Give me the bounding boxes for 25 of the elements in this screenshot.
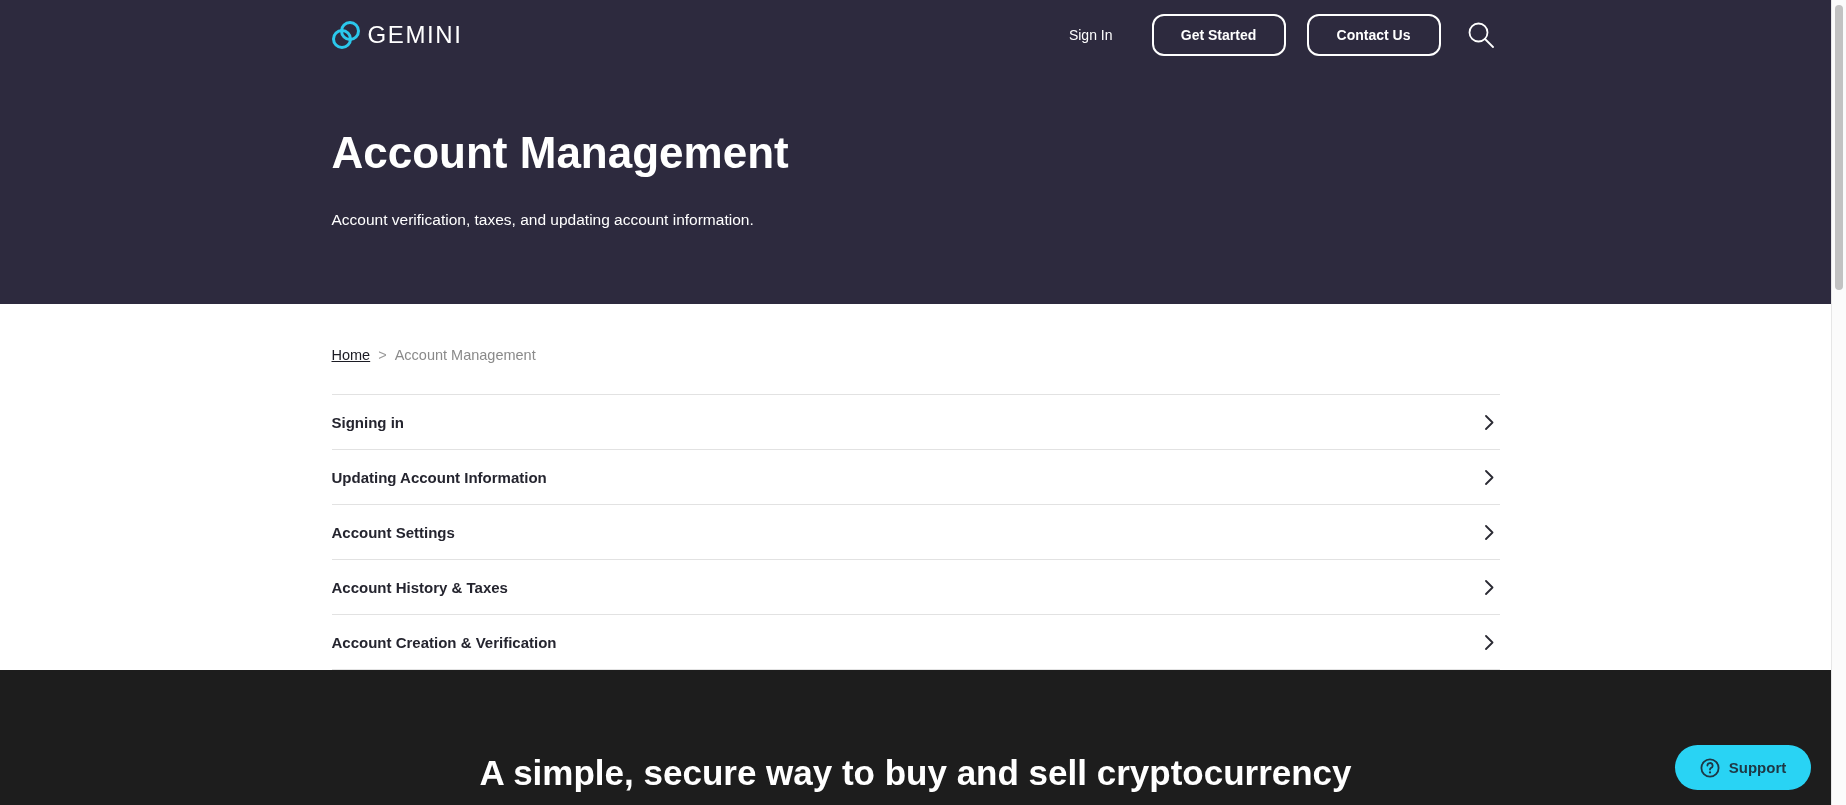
chevron-right-icon: [1484, 414, 1494, 430]
topic-link[interactable]: Account Settings: [331, 505, 1500, 560]
search-icon: [1467, 22, 1494, 48]
page-title: Account Management: [331, 127, 790, 179]
support-button[interactable]: Support: [1675, 745, 1811, 790]
nav-button[interactable]: Contact Us: [1306, 14, 1441, 56]
topic-link[interactable]: Signing in: [331, 395, 1500, 450]
chevron-right-icon: [1484, 469, 1494, 485]
nav-button[interactable]: Get Started: [1151, 14, 1286, 56]
interlocked-rings-icon: [331, 21, 360, 49]
footer-headline: A simple, secure way to buy and sell cryptocurrency: [479, 752, 1352, 794]
breadcrumb-current: Account Management: [394, 346, 536, 365]
chevron-right-icon: [1484, 579, 1494, 595]
breadcrumb-separator: >: [378, 346, 387, 365]
breadcrumb-link[interactable]: Home: [331, 345, 371, 365]
scrollbar-thumb[interactable]: [1835, 5, 1843, 290]
page-subtitle: Account verification, taxes, and updating account information.: [331, 210, 755, 230]
help-icon: [1699, 757, 1720, 778]
topic-link[interactable]: Updating Account Information: [331, 450, 1500, 505]
logo-link[interactable]: GEMINI: [331, 21, 463, 49]
sign-in-link[interactable]: Sign In: [1068, 27, 1113, 43]
search-button[interactable]: [1467, 22, 1494, 48]
topic-link[interactable]: Account History & Taxes: [331, 560, 1500, 615]
chevron-right-icon: [1484, 524, 1494, 540]
chevron-right-icon: [1484, 634, 1494, 650]
